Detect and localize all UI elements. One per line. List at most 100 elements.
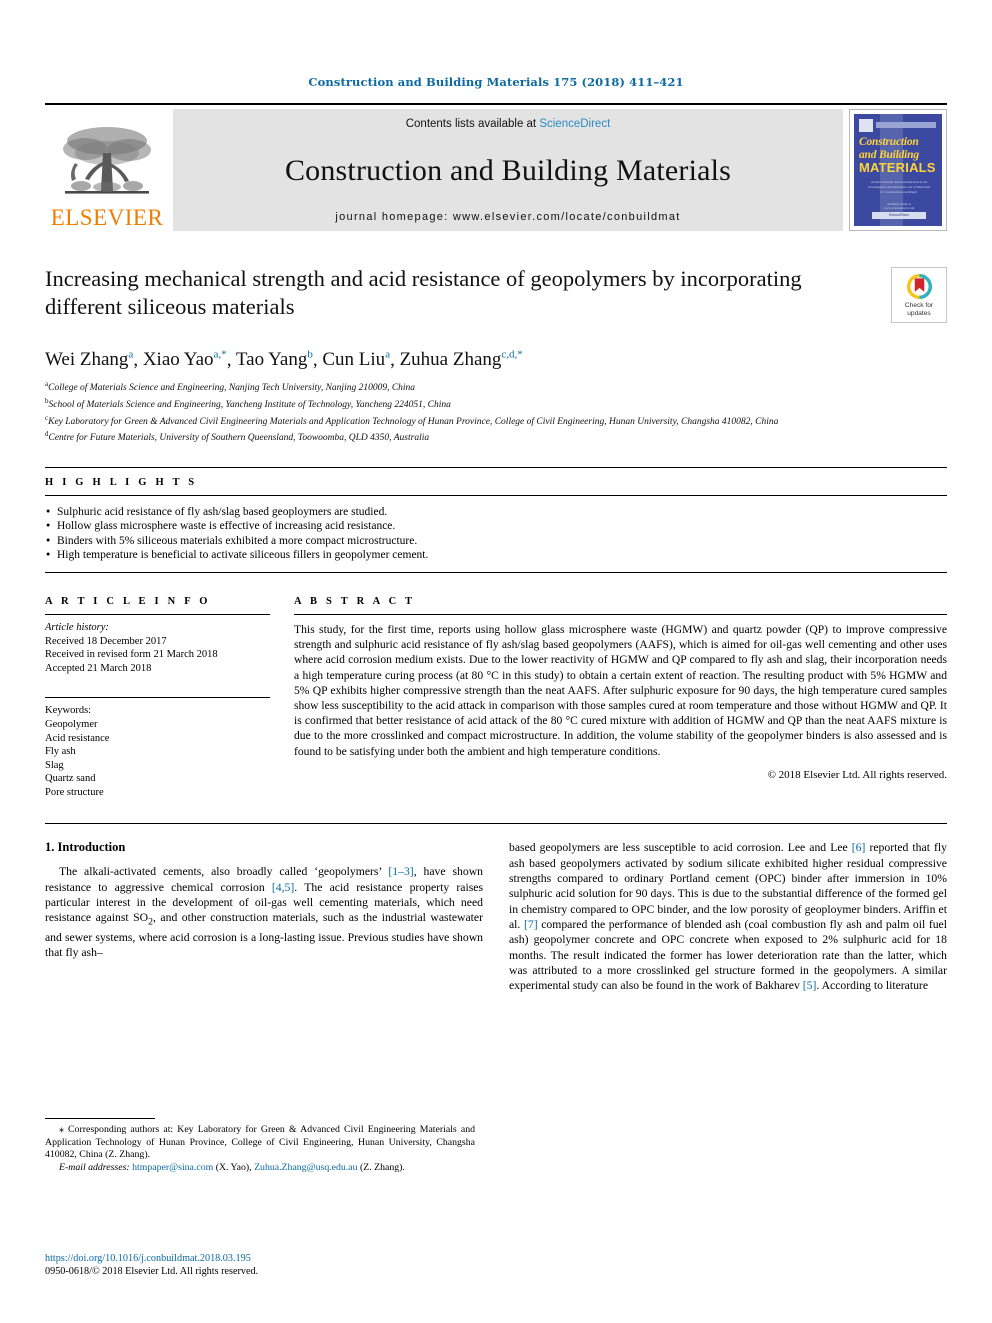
journal-homepage-link[interactable]: journal homepage: www.elsevier.com/locat… — [335, 211, 680, 223]
article-info-column: A R T I C L E I N F O Article history: R… — [45, 587, 270, 800]
citation-5b[interactable]: [5] — [803, 979, 817, 992]
journal-cover-thumbnail[interactable]: Construction and Building MATERIALS An I… — [849, 109, 947, 231]
cover-sciencedirect-box: ScienceDirect — [872, 212, 926, 219]
affiliation-text: Key Laboratory for Green & Advanced Civi… — [48, 416, 779, 427]
cover-line1: Construction — [859, 136, 919, 148]
corresponding-author-text: ⁎ Corresponding authors at: Key Laborato… — [45, 1124, 475, 1161]
intro-right-text-4: . According to literature — [816, 979, 929, 993]
cover-publisher-chip — [859, 119, 873, 132]
crossmark-caption: Check for updates — [905, 302, 933, 317]
affiliation-item: bSchool of Materials Science and Enginee… — [45, 395, 947, 412]
email-addresses-line: E-mail addresses: htmpaper@sina.com (X. … — [59, 1161, 405, 1173]
cover-top-bar — [876, 122, 936, 128]
footnote-rule — [45, 1118, 155, 1119]
keywords-block: Keywords: Geopolymer Acid resistance Fly… — [45, 698, 270, 799]
keyword-item: Quartz sand — [45, 773, 96, 785]
email-owner-1: (X. Yao) — [215, 1161, 250, 1173]
email-link-1[interactable]: htmpaper@sina.com — [132, 1162, 213, 1173]
crossmark-line1: Check for — [904, 301, 934, 309]
author-list: Wei Zhanga, Xiao Yaoa,*, Tao Yangb, Cun … — [45, 349, 947, 371]
author[interactable]: Wei Zhanga — [45, 349, 133, 370]
author-sep: , — [133, 349, 143, 371]
author[interactable]: Zuhua Zhangc,d,* — [400, 349, 523, 370]
contents-available-line: Contents lists available at ScienceDirec… — [406, 118, 611, 130]
body-columns: 1. Introduction The alkali-activated cem… — [45, 824, 947, 993]
elsevier-tree-icon — [63, 127, 151, 194]
journal-banner: Contents lists available at ScienceDirec… — [173, 109, 843, 231]
list-item: Binders with 5% siliceous materials exhi… — [45, 533, 947, 549]
sciencedirect-link[interactable]: ScienceDirect — [539, 118, 610, 130]
author[interactable]: Xiao Yaoa,* — [143, 349, 227, 370]
title-block: Increasing mechanical strength and acid … — [45, 265, 947, 331]
keyword-item: Slag — [45, 759, 64, 771]
affiliation-text: Centre for Future Materials, University … — [48, 433, 430, 444]
affiliation-text: College of Materials Science and Enginee… — [48, 383, 416, 394]
corresponding-author-note: ⁎ Corresponding authors at: Key Laborato… — [45, 1124, 475, 1174]
elsevier-logo: ELSEVIER — [45, 109, 169, 231]
citation-6[interactable]: [6] — [852, 841, 866, 854]
cover-title-line1: Construction and Building — [859, 136, 938, 161]
cover-artwork: Construction and Building MATERIALS An I… — [854, 114, 942, 226]
list-item: Hollow glass microsphere waste is effect… — [45, 518, 947, 534]
history-item: Accepted 21 March 2018 — [45, 662, 152, 674]
journal-title: Construction and Building Materials — [284, 153, 732, 187]
affiliation-list: aCollege of Materials Science and Engine… — [45, 378, 947, 445]
intro-right-text-1: based geopolymers are less susceptible t… — [509, 841, 852, 855]
email-owner-2: (Z. Zhang). — [359, 1161, 405, 1173]
intro-text-1: The alkali-activated cements, also broad… — [59, 865, 389, 879]
email-link-2[interactable]: Zuhua.Zhang@usq.edu.au — [254, 1162, 357, 1173]
body-column-left: 1. Introduction The alkali-activated cem… — [45, 840, 483, 993]
email-label: E-mail addresses: — [59, 1161, 130, 1173]
intro-paragraph-right: based geopolymers are less susceptible t… — [509, 840, 947, 993]
author[interactable]: Cun Liua — [322, 349, 390, 370]
highlights-label: H I G H L I G H T S — [45, 476, 198, 488]
keyword-item: Geopolymer — [45, 718, 98, 730]
author-affil-mark: c,d,* — [501, 349, 523, 361]
doi-link[interactable]: https://doi.org/10.1016/j.conbuildmat.20… — [45, 1252, 475, 1265]
author-name: Wei Zhang — [45, 349, 129, 371]
affiliation-item: dCentre for Future Materials, University… — [45, 428, 947, 445]
abstract-text: This study, for the first time, reports … — [294, 622, 947, 758]
issn-copyright-line: 0950-0618/© 2018 Elsevier Ltd. All right… — [45, 1266, 259, 1278]
intro-paragraph-left: The alkali-activated cements, also broad… — [45, 864, 483, 960]
author-sep: , — [390, 349, 400, 371]
author-name: Xiao Yao — [142, 349, 214, 371]
history-item: Received in revised form 21 March 2018 — [45, 649, 218, 661]
doi-block: https://doi.org/10.1016/j.conbuildmat.20… — [45, 1252, 475, 1279]
contents-prefix: Contents lists available at — [405, 118, 540, 130]
cover-subtitle: An International Journal dedicated to th… — [868, 180, 930, 194]
elsevier-wordmark: ELSEVIER — [50, 205, 164, 230]
keywords-label: Keywords: — [45, 705, 92, 717]
list-item: Sulphuric acid resistance of fly ash/sla… — [45, 504, 947, 520]
crossmark-line2: updates — [907, 309, 931, 317]
abstract-copyright: © 2018 Elsevier Ltd. All rights reserved… — [767, 768, 947, 781]
keyword-item: Pore structure — [45, 786, 104, 798]
author[interactable]: Tao Yangb — [236, 349, 313, 370]
body-column-right: based geopolymers are less susceptible t… — [509, 840, 947, 993]
cover-title-line3: MATERIALS — [859, 160, 936, 175]
footnote-area: ⁎ Corresponding authors at: Key Laborato… — [45, 1118, 475, 1174]
running-head: Construction and Building Materials 175 … — [308, 75, 684, 89]
author-name: Tao Yang — [235, 349, 308, 371]
author-affil-mark: a,* — [213, 349, 227, 361]
page-title: Increasing mechanical strength and acid … — [45, 266, 802, 319]
crossmark-badge[interactable]: Check for updates — [891, 267, 947, 323]
journal-masthead: ELSEVIER Contents lists available at Sci… — [45, 103, 947, 231]
info-abstract-row: A R T I C L E I N F O Article history: R… — [45, 573, 947, 800]
affiliation-item: cKey Laboratory for Green & Advanced Civ… — [45, 412, 947, 429]
citation-4-5[interactable]: [4,5] — [272, 881, 294, 894]
citation-1-3[interactable]: [1–3] — [388, 865, 413, 878]
section-heading-introduction: 1. Introduction — [45, 840, 126, 855]
author-sep: , — [312, 349, 323, 371]
cover-footer: Available online at www.sciencedirect.co… — [872, 202, 926, 219]
history-item: Received 18 December 2017 — [45, 635, 167, 647]
author-sep: , — [226, 349, 236, 371]
highlights-section: H I G H L I G H T S Sulphuric acid resis… — [45, 468, 947, 573]
crossmark-icon — [906, 273, 932, 299]
keyword-item: Fly ash — [45, 746, 76, 758]
affiliation-item: aCollege of Materials Science and Engine… — [45, 378, 947, 395]
citation-7[interactable]: [7] — [524, 918, 538, 931]
article-info-label: A R T I C L E I N F O — [45, 595, 211, 607]
article-history-label: Article history: — [45, 621, 109, 633]
article-history: Article history: Received 18 December 20… — [45, 615, 270, 675]
